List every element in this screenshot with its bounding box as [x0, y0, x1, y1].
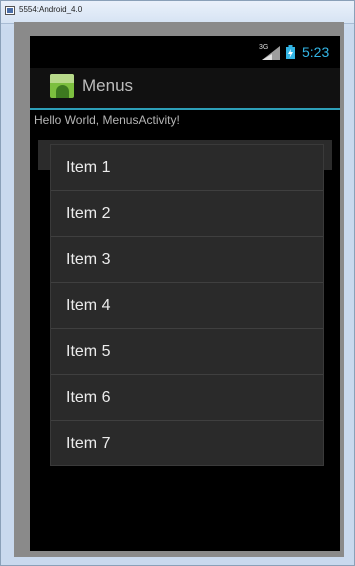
device-screen: 3G 5:23 Menus Hello World, MenusActivity… — [30, 36, 340, 551]
android-app-icon[interactable] — [50, 74, 74, 98]
status-time: 5:23 — [302, 44, 330, 60]
window-title: 5554:Android_4.0 — [19, 5, 83, 14]
battery-charging-icon — [286, 45, 295, 59]
menu-item-1[interactable]: Item 1 — [51, 145, 323, 191]
hello-text: Hello World, MenusActivity! — [34, 113, 180, 127]
menu-item-5[interactable]: Item 5 — [51, 329, 323, 375]
action-bar-title: Menus — [82, 76, 134, 95]
menu-item-4[interactable]: Item 4 — [51, 283, 323, 329]
menu-item-2[interactable]: Item 2 — [51, 191, 323, 237]
options-menu: Item 1 Item 2 Item 3 Item 4 Item 5 Item … — [50, 144, 324, 466]
window-titlebar[interactable]: 5554:Android_4.0 — [1, 1, 354, 24]
window-icon — [5, 6, 15, 15]
network-type-label: 3G — [259, 44, 269, 51]
status-bar: 3G 5:23 — [30, 36, 340, 68]
menu-item-3[interactable]: Item 3 — [51, 237, 323, 283]
action-bar: Menus — [30, 68, 340, 110]
menu-item-6[interactable]: Item 6 — [51, 375, 323, 421]
menu-item-7[interactable]: Item 7 — [51, 421, 323, 467]
